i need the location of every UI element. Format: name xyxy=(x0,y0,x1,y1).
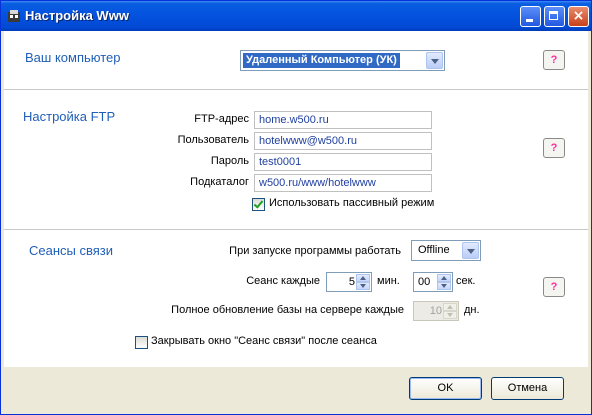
ftp-password-field[interactable]: test0001 xyxy=(254,153,432,171)
computer-select[interactable]: Удаленный Компьютер (УК) xyxy=(240,50,445,71)
cancel-button[interactable]: Отмена xyxy=(491,377,564,400)
ftp-address-label: FTP-адрес xyxy=(194,113,249,125)
full-update-spinner[interactable]: 10 xyxy=(413,301,459,321)
settings-app-icon xyxy=(8,10,20,22)
window-title: Настройка Www xyxy=(25,8,129,23)
ftp-subdir-field[interactable]: w500.ru/www/hotelwww xyxy=(254,174,432,192)
minutes-value: 5 xyxy=(348,276,355,288)
ftp-user-label: Пользователь xyxy=(177,134,249,146)
startup-mode-label: При запуске программы работать xyxy=(229,245,401,257)
section-divider xyxy=(4,89,588,90)
ftp-section-title: Настройка FTP xyxy=(23,109,116,124)
chevron-down-icon[interactable] xyxy=(462,242,479,259)
ftp-subdir-label: Подкаталог xyxy=(190,176,249,188)
seconds-value: 00 xyxy=(418,276,431,288)
minutes-unit: мин. xyxy=(377,275,400,287)
ok-button[interactable]: OK xyxy=(409,377,482,400)
spin-down-icon[interactable] xyxy=(443,311,457,319)
spin-up-icon[interactable] xyxy=(437,274,451,282)
session-section-title: Сеансы связи xyxy=(29,243,114,258)
startup-mode-select[interactable]: Offline xyxy=(411,240,481,261)
ftp-address-field[interactable]: home.w500.ru xyxy=(254,111,432,129)
spin-up-icon[interactable] xyxy=(356,274,370,282)
ftp-help-button[interactable]: ? xyxy=(543,138,565,158)
startup-mode-value: Offline xyxy=(418,244,450,256)
maximize-button[interactable] xyxy=(544,6,565,27)
full-update-label: Полное обновление базы на сервере каждые xyxy=(171,304,404,316)
computer-select-value: Удаленный Компьютер (УК) xyxy=(243,53,400,68)
close-button[interactable]: × xyxy=(568,6,589,27)
computer-section-title: Ваш компьютер xyxy=(25,50,121,65)
section-divider xyxy=(4,229,588,230)
computer-help-button[interactable]: ? xyxy=(543,50,565,70)
ftp-password-label: Пароль xyxy=(210,155,249,167)
minimize-button[interactable] xyxy=(520,6,541,27)
close-window-checkbox[interactable] xyxy=(135,336,148,349)
session-interval-label: Сеанс каждые xyxy=(246,275,320,287)
spin-down-icon[interactable] xyxy=(437,282,451,290)
close-window-label[interactable]: Закрывать окно "Сеанс связи" после сеанс… xyxy=(151,335,377,347)
title-bar[interactable]: Настройка Www × xyxy=(1,1,591,31)
days-unit: дн. xyxy=(464,304,480,316)
seconds-spinner[interactable]: 00 xyxy=(413,272,453,292)
ftp-user-field[interactable]: hotelwww@w500.ru xyxy=(254,132,432,150)
minutes-spinner[interactable]: 5 xyxy=(326,272,372,292)
chevron-down-icon[interactable] xyxy=(426,52,443,69)
full-update-value: 10 xyxy=(429,305,442,317)
seconds-unit: сек. xyxy=(456,275,476,287)
maximize-icon xyxy=(549,11,558,20)
session-help-button[interactable]: ? xyxy=(543,277,565,297)
passive-mode-label[interactable]: Использовать пассивный режим xyxy=(269,197,434,209)
spin-down-icon[interactable] xyxy=(356,282,370,290)
passive-mode-checkbox[interactable] xyxy=(252,198,265,211)
settings-window: Настройка Www × Ваш компьютер Удаленный … xyxy=(0,0,592,415)
close-icon: × xyxy=(572,8,585,24)
spin-up-icon[interactable] xyxy=(443,303,457,311)
minimize-icon xyxy=(526,19,533,22)
settings-content: Ваш компьютер Удаленный Компьютер (УК) ?… xyxy=(4,31,588,367)
